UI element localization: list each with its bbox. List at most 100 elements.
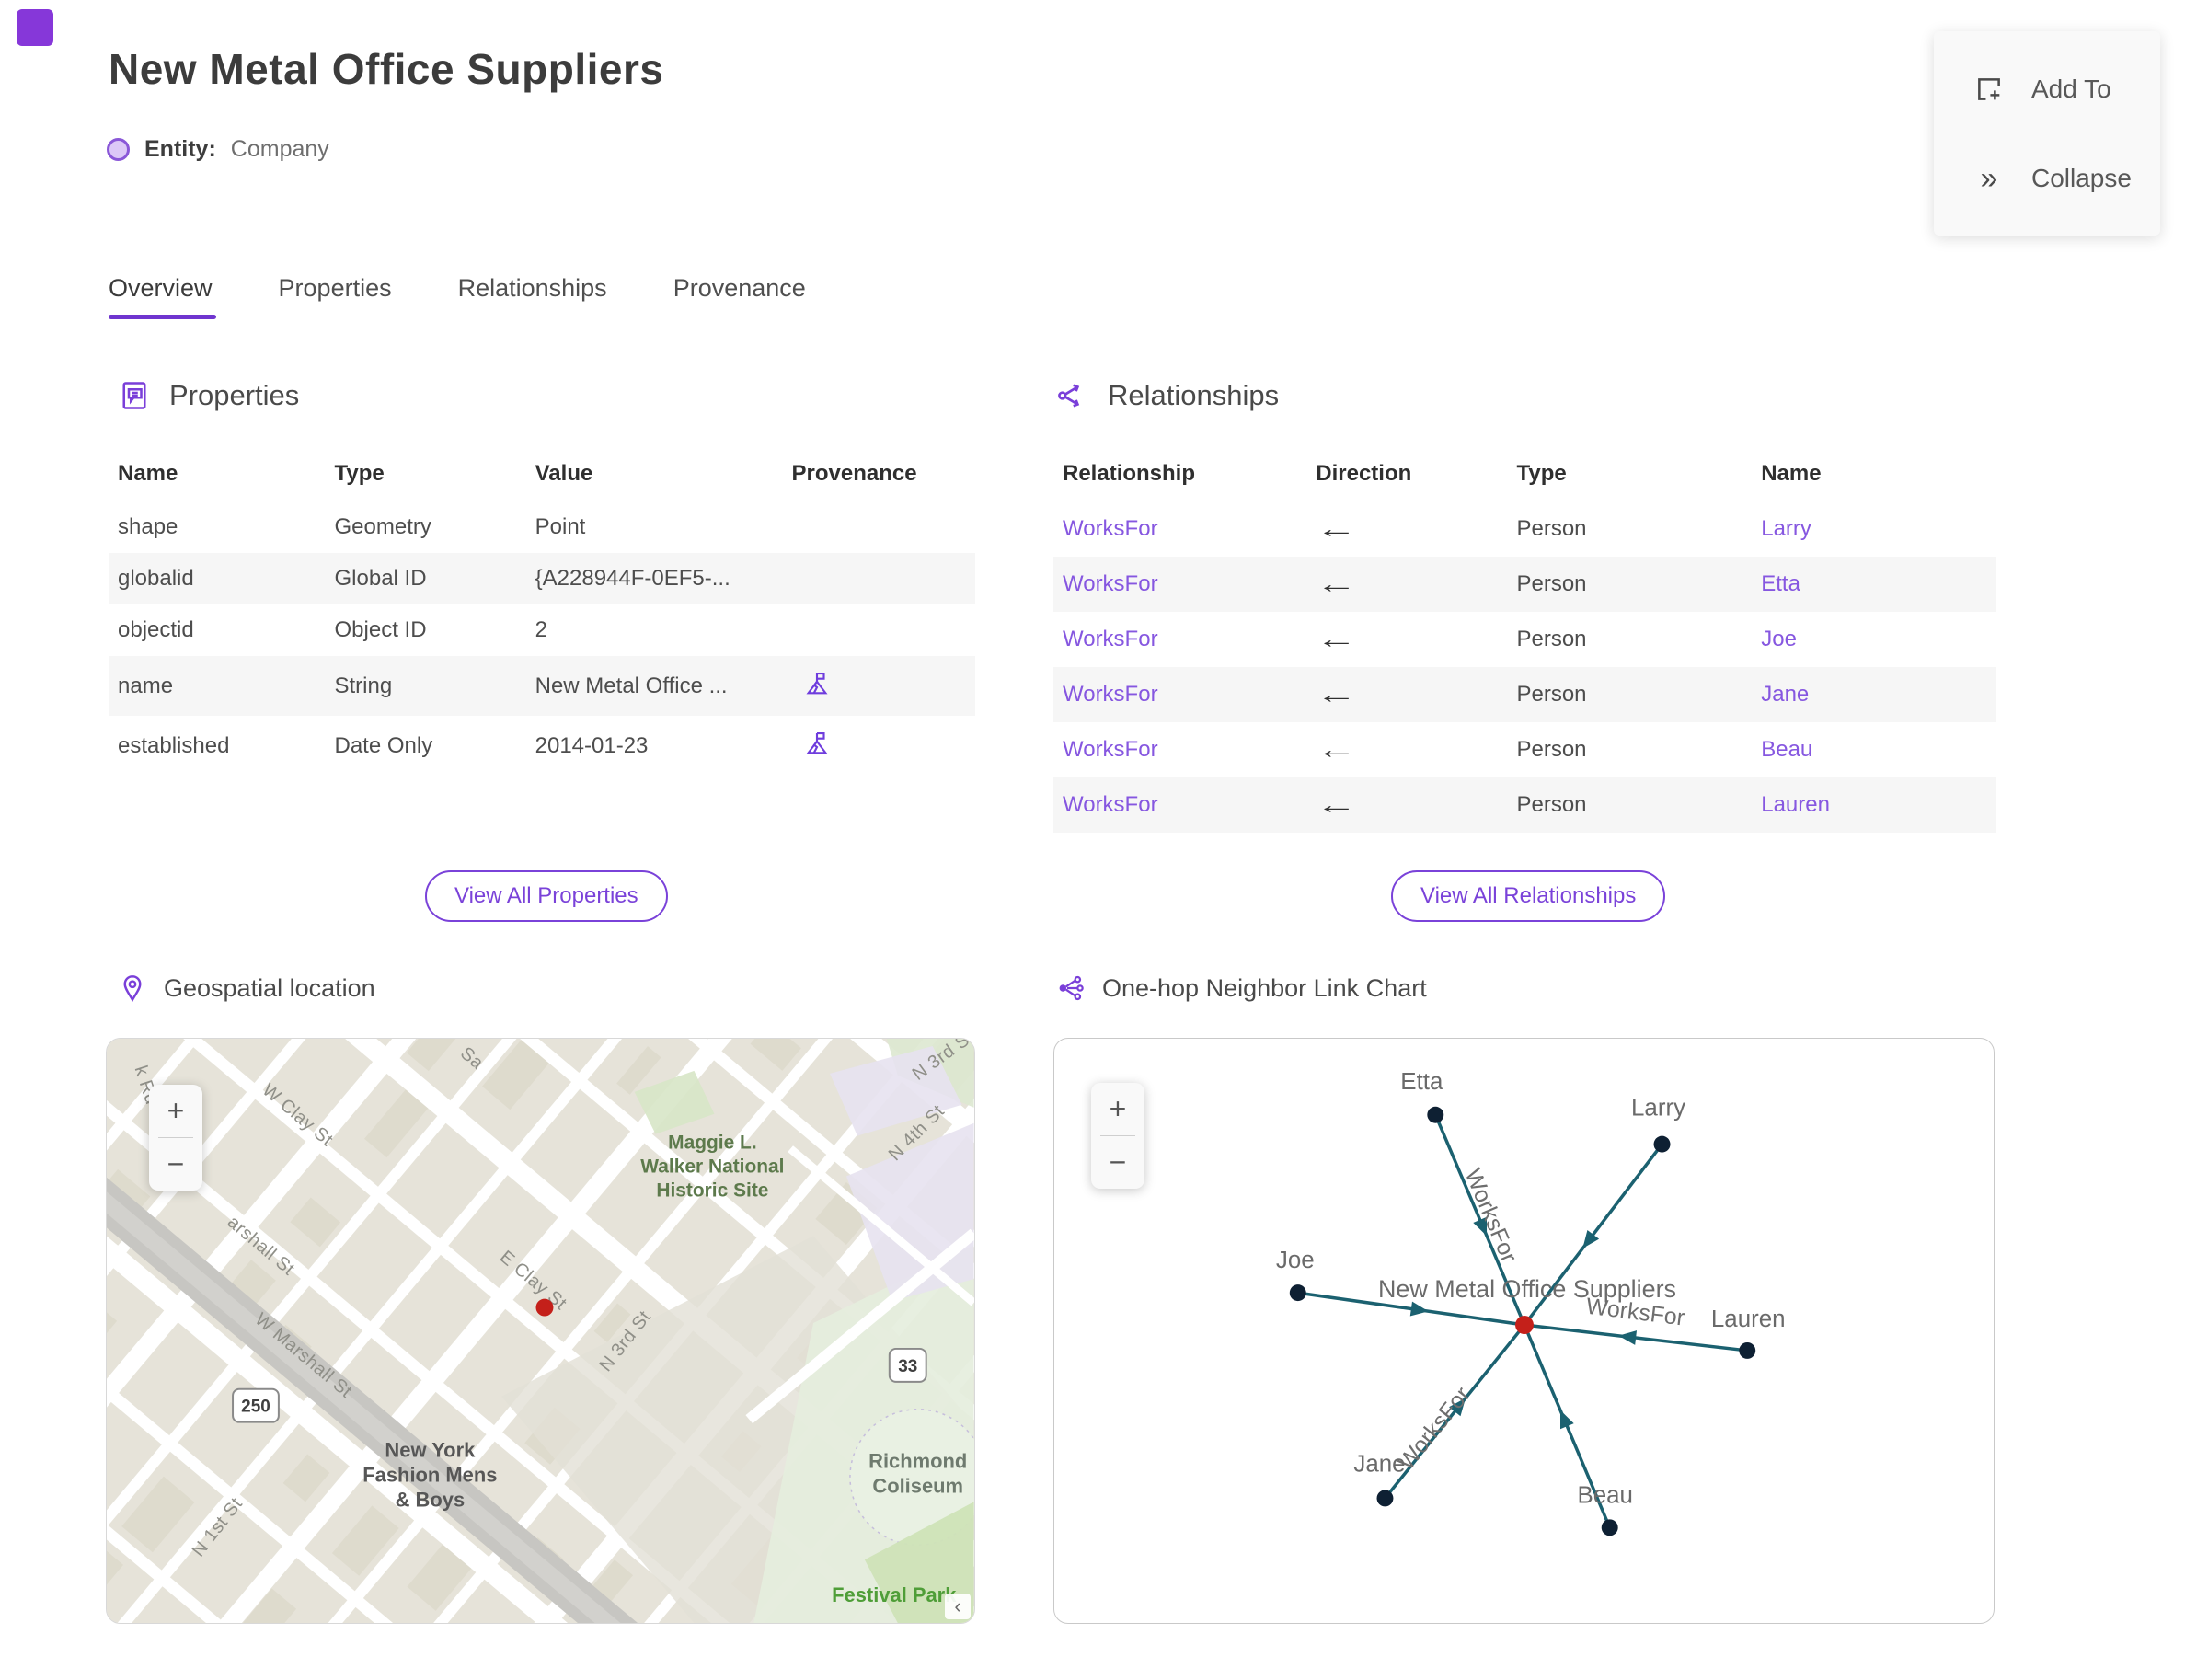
graph-node-label: Larry [1631, 1096, 1685, 1122]
relationship-type-link[interactable]: WorksFor [1063, 737, 1158, 762]
graph-node-larry[interactable] [1653, 1135, 1671, 1153]
property-name: globalid [118, 566, 194, 591]
property-type: Global ID [334, 566, 427, 591]
property-type: Geometry [334, 514, 431, 539]
relationship-type-link[interactable]: WorksFor [1063, 516, 1158, 541]
entity-color-chip [17, 9, 53, 46]
graph-node-label: Jane [1353, 1452, 1405, 1478]
collapse-icon: » [1980, 160, 1998, 196]
graph-node-joe[interactable] [1289, 1284, 1306, 1302]
link-chart-section-header: One-hop Neighbor Link Chart [1056, 973, 1427, 1003]
properties-column-header: Name [109, 447, 326, 501]
properties-column-header: Provenance [782, 447, 975, 501]
geospatial-section-title: Geospatial location [164, 973, 375, 1002]
chart-zoom-out-button[interactable]: − [1091, 1136, 1144, 1189]
graph-node-etta[interactable] [1427, 1106, 1444, 1123]
poi-label: Fashion Mens [362, 1463, 497, 1486]
poi-label: Historic Site [656, 1179, 768, 1201]
view-all-relationships-button[interactable]: View All Relationships [1391, 870, 1666, 922]
entity-details-page: New Metal Office Suppliers Entity: Compa… [0, 0, 2208, 1680]
tab-overview[interactable]: Overview [109, 274, 216, 319]
chart-zoom-control: + − [1091, 1083, 1144, 1189]
related-entity-link[interactable]: Jane [1761, 682, 1809, 707]
properties-column-header: Value [525, 447, 783, 501]
relationships-column-header: Relationship [1053, 447, 1307, 501]
poi-label: New York [385, 1439, 476, 1462]
relationship-row: WorksFor ← Person Lauren [1053, 777, 1996, 833]
link-chart-canvas[interactable]: WorksForWorksForWorksForEttaLarryJoeLaur… [1054, 1039, 1994, 1623]
provenance-flag-icon[interactable] [803, 731, 831, 762]
graph-node-lauren[interactable] [1739, 1341, 1756, 1359]
direction-arrow: ← [1316, 680, 1358, 708]
provenance-flag-icon[interactable] [803, 672, 831, 702]
property-row: name String New Metal Office ... [109, 656, 975, 716]
direction-arrow: ← [1316, 570, 1358, 598]
page-title: New Metal Office Suppliers [109, 45, 664, 93]
link-chart-panel[interactable]: WorksFor WorksFor WorksFor Etta Larry Joe Laur… [1053, 1038, 1995, 1624]
property-value: 2 [535, 617, 547, 642]
add-to-button[interactable]: Add To [1934, 73, 2160, 106]
view-all-properties-button[interactable]: View All Properties [425, 870, 668, 922]
property-row: shape Geometry Point [109, 501, 975, 554]
poi-label: Coliseum [872, 1474, 963, 1497]
property-value: {A228944F-0EF5-... [535, 566, 730, 591]
map-attribution-toggle[interactable]: ‹ [945, 1594, 971, 1619]
property-type: String [334, 673, 393, 698]
relationship-type-link[interactable]: WorksFor [1063, 682, 1158, 707]
tab-relationships[interactable]: Relationships [458, 274, 607, 319]
map-panel[interactable]: k Rd W Clay St Sa arshall St W Marshall St E … [106, 1038, 975, 1624]
relationships-icon [1056, 379, 1089, 412]
graph-node-beau[interactable] [1601, 1519, 1618, 1536]
map-marker[interactable] [535, 1298, 554, 1317]
related-entity-link[interactable]: Beau [1761, 737, 1812, 762]
map-zoom-in-button[interactable]: + [149, 1085, 202, 1137]
direction-arrow: ← [1316, 735, 1358, 764]
related-entity-link[interactable]: Joe [1761, 627, 1797, 651]
related-entity-type: Person [1516, 627, 1587, 651]
entity-type-value: Company [230, 136, 329, 162]
related-entity-type: Person [1516, 792, 1587, 817]
relationship-row: WorksFor ← Person Joe [1053, 612, 1996, 667]
map-zoom-out-button[interactable]: − [149, 1138, 202, 1191]
property-type: Object ID [334, 617, 427, 642]
relationships-column-header: Direction [1306, 447, 1508, 501]
property-provenance-cell [783, 604, 975, 656]
link-chart-icon [1056, 973, 1086, 1003]
poi-label: & Boys [396, 1488, 466, 1511]
properties-column-header: Type [325, 447, 526, 501]
graph-node-label: Joe [1276, 1248, 1315, 1273]
poi-label: Richmond [868, 1450, 967, 1473]
tab-properties[interactable]: Properties [279, 274, 392, 319]
edge-label: WorksFor [1460, 1165, 1523, 1266]
chart-zoom-in-button[interactable]: + [1091, 1083, 1144, 1135]
tab-provenance[interactable]: Provenance [673, 274, 806, 319]
related-entity-link[interactable]: Etta [1761, 571, 1800, 596]
property-name: name [118, 673, 174, 698]
add-to-icon [1972, 73, 2006, 106]
actions-menu: Add To » Collapse [1934, 31, 2160, 236]
property-name: objectid [118, 617, 194, 642]
graph-center-node[interactable] [1515, 1316, 1534, 1334]
related-entity-link[interactable]: Larry [1761, 516, 1811, 541]
property-name: established [118, 732, 230, 758]
link-chart-section-title: One-hop Neighbor Link Chart [1102, 973, 1427, 1002]
relationships-column-header: Type [1507, 447, 1753, 501]
direction-arrow: ← [1316, 625, 1358, 653]
property-value: 2014-01-23 [535, 732, 649, 758]
relationship-row: WorksFor ← Person Etta [1053, 557, 1996, 612]
properties-table: Name Type Value Provenance shape Geometry Poin… [109, 447, 975, 776]
property-name: shape [118, 514, 178, 539]
collapse-button[interactable]: » Collapse [1934, 162, 2160, 195]
relationship-type-link[interactable]: WorksFor [1063, 792, 1158, 817]
edge-arrowhead-icon [1618, 1330, 1638, 1345]
map-canvas[interactable]: k Rd W Clay StSaarshall StW Marshall StE … [107, 1039, 974, 1623]
graph-node-jane[interactable] [1376, 1490, 1394, 1507]
relationships-section-header: Relationships [1056, 379, 1279, 412]
graph-node-label: Beau [1577, 1482, 1633, 1508]
related-entity-link[interactable]: Lauren [1761, 792, 1830, 817]
direction-arrow: ← [1316, 514, 1358, 543]
property-row: objectid Object ID 2 [109, 604, 975, 656]
relationship-type-link[interactable]: WorksFor [1063, 627, 1158, 651]
relationship-type-link[interactable]: WorksFor [1063, 571, 1158, 596]
entity-type-row: Entity: Company [107, 136, 329, 163]
